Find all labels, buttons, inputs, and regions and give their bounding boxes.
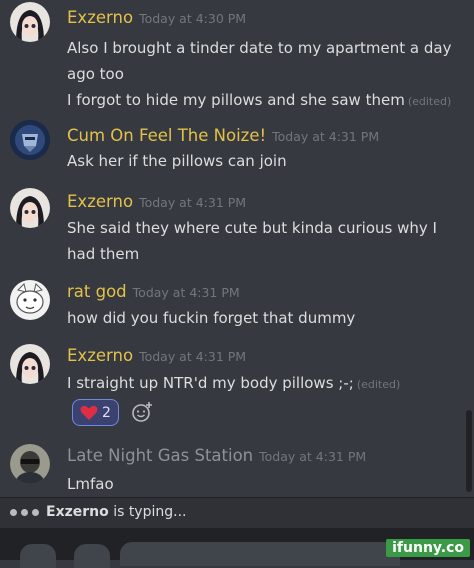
- camera-button[interactable]: [20, 544, 56, 568]
- timestamp: Today at 4:30 PM: [139, 11, 247, 26]
- avatar-exzerno[interactable]: [10, 344, 50, 384]
- message-text: I straight up NTR'd my body pillows ;-;(…: [67, 374, 401, 392]
- message-text: She said they where cute but kinda curio…: [67, 219, 437, 263]
- timestamp: Today at 4:31 PM: [259, 449, 367, 464]
- add-reaction-icon[interactable]: [130, 400, 154, 424]
- author-name[interactable]: Exzerno Today at 4:30 PM: [67, 8, 246, 27]
- reaction-count: 2: [102, 404, 111, 421]
- composer-bar: ifunny.co: [0, 528, 474, 568]
- heart-icon: [80, 405, 98, 420]
- timestamp: Today at 4:31 PM: [132, 285, 240, 300]
- author-name[interactable]: rat god Today at 4:31 PM: [67, 282, 240, 301]
- author-name[interactable]: Exzerno Today at 4:31 PM: [67, 346, 246, 365]
- author-name[interactable]: Cum On Feel The Noize! Today at 4:31 PM: [67, 126, 379, 145]
- avatar-exzerno[interactable]: [10, 188, 50, 228]
- typing-dots-icon: [10, 509, 39, 516]
- watermark-logo: ifunny.co: [386, 539, 470, 557]
- gallery-button[interactable]: [74, 544, 110, 568]
- avatar-late-night-gas-station[interactable]: [10, 444, 50, 484]
- avatar-cum-on-feel-the-noize[interactable]: [10, 120, 50, 160]
- message-input[interactable]: [120, 542, 400, 566]
- message-text: Lmfao: [67, 475, 114, 493]
- message-text: how did you fuckin forget that dummy: [67, 309, 356, 327]
- typing-indicator: Exzerno is typing...: [0, 497, 474, 528]
- typing-text: Exzerno is typing...: [46, 504, 187, 520]
- avatar-rat-god[interactable]: [10, 280, 50, 320]
- reaction-heart[interactable]: 2: [72, 399, 119, 426]
- edited-tag: (edited): [356, 378, 401, 391]
- avatar-exzerno[interactable]: [10, 2, 50, 42]
- message-text: Also I brought a tinder date to my apart…: [67, 39, 452, 109]
- author-name[interactable]: Exzerno Today at 4:31 PM: [67, 192, 246, 211]
- edited-tag: (edited): [407, 95, 452, 108]
- timestamp: Today at 4:31 PM: [139, 349, 247, 364]
- scrollbar[interactable]: [466, 410, 472, 492]
- timestamp: Today at 4:31 PM: [272, 129, 380, 144]
- message-text: Ask her if the pillows can join: [67, 152, 287, 170]
- author-name[interactable]: Late Night Gas Station Today at 4:31 PM: [67, 446, 366, 465]
- timestamp: Today at 4:31 PM: [139, 195, 247, 210]
